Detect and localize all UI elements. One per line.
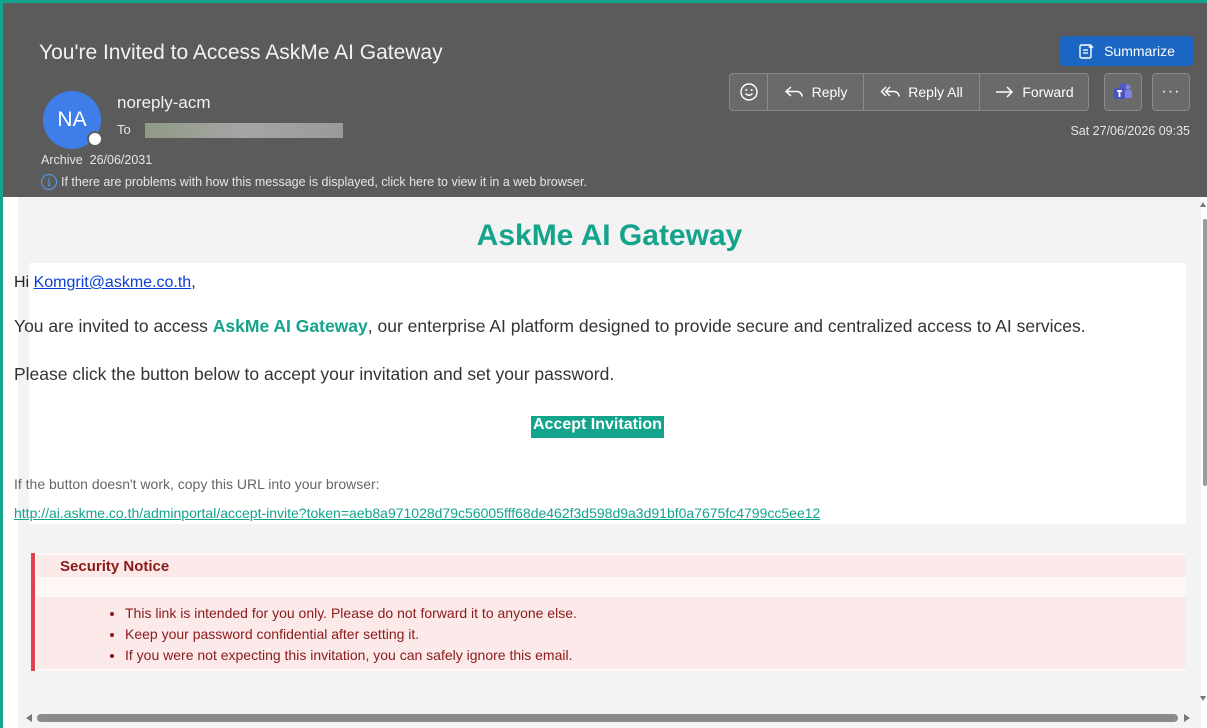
p1-brand: AskMe AI Gateway: [212, 316, 368, 336]
brand-title: AskMe AI Gateway: [476, 219, 743, 252]
smiley-icon: [739, 83, 758, 101]
archive-date: 26/06/2031: [89, 153, 153, 167]
scroll-up-arrow-icon[interactable]: [1200, 202, 1206, 207]
email-subject: You're Invited to Access AskMe AI Gatewa…: [39, 41, 443, 64]
archive-info: Archive 26/06/2031: [41, 153, 152, 167]
scroll-right-arrow-icon[interactable]: [1184, 714, 1190, 722]
invite-url-link[interactable]: http://ai.askme.co.th/adminportal/accept…: [14, 505, 820, 521]
fallback-text: If the button doesn't work, copy this UR…: [14, 476, 380, 492]
scroll-left-arrow-icon[interactable]: [26, 714, 32, 722]
reply-label: Reply: [811, 84, 848, 100]
teams-share-button[interactable]: [1104, 73, 1142, 111]
avatar-initials: NA: [57, 108, 87, 131]
reply-button[interactable]: Reply: [768, 74, 864, 110]
security-notice-title: Security Notice: [60, 558, 170, 575]
greeting-suffix: ,: [191, 274, 196, 291]
invitation-paragraph: You are invited to access AskMe AI Gatew…: [14, 316, 1086, 337]
summarize-button[interactable]: Summarize: [1060, 36, 1193, 66]
horizontal-scroll-thumb[interactable]: [37, 714, 1178, 722]
accept-invitation-button[interactable]: Accept Invitation: [531, 416, 664, 438]
security-item: If you were not expecting this invitatio…: [125, 645, 577, 666]
info-icon: i: [41, 174, 57, 190]
summarize-icon: [1079, 44, 1095, 59]
security-notice: Security Notice This link is intended fo…: [31, 553, 1186, 671]
forward-icon: [996, 86, 1014, 98]
teams-icon: [1114, 83, 1132, 99]
greeting-prefix: Hi: [14, 274, 34, 291]
recipient-email-link[interactable]: Komgrit@askme.co.th: [34, 274, 192, 291]
security-notice-header: [37, 555, 1186, 577]
info-text: If there are problems with how this mess…: [61, 175, 587, 189]
p1-suffix: , our enterprise AI platform designed to…: [367, 316, 1086, 336]
reply-all-label: Reply All: [908, 84, 963, 100]
security-item: Keep your password confidential after se…: [125, 624, 577, 645]
presence-status-icon: [87, 131, 103, 147]
p1-prefix: You are invited to access: [14, 316, 213, 336]
recipient-redacted: [145, 123, 343, 138]
sender-name[interactable]: noreply-acm: [117, 93, 211, 113]
reply-icon: [784, 86, 803, 97]
archive-label: Archive: [41, 153, 83, 167]
to-label: To: [117, 122, 131, 137]
view-in-browser-notice[interactable]: i If there are problems with how this me…: [41, 174, 587, 190]
security-notice-list: This link is intended for you only. Plea…: [125, 603, 577, 666]
forward-label: Forward: [1022, 84, 1074, 100]
more-icon: ···: [1161, 83, 1181, 100]
security-item: This link is intended for you only. Plea…: [125, 603, 577, 624]
vertical-scroll-thumb[interactable]: [1203, 219, 1207, 486]
reply-all-icon: [880, 86, 900, 97]
received-date: Sat 27/06/2026 09:35: [1070, 124, 1190, 138]
more-actions-button[interactable]: ···: [1152, 73, 1190, 111]
summarize-label: Summarize: [1104, 43, 1175, 59]
scroll-down-arrow-icon[interactable]: [1200, 696, 1206, 701]
reply-toolbar: Reply Reply All Forward: [729, 73, 1089, 111]
emoji-reaction-button[interactable]: [730, 74, 768, 110]
reply-all-button[interactable]: Reply All: [864, 74, 980, 110]
greeting: Hi Komgrit@askme.co.th,: [14, 274, 196, 292]
instruction-paragraph: Please click the button below to accept …: [14, 364, 615, 384]
forward-button[interactable]: Forward: [980, 74, 1088, 110]
